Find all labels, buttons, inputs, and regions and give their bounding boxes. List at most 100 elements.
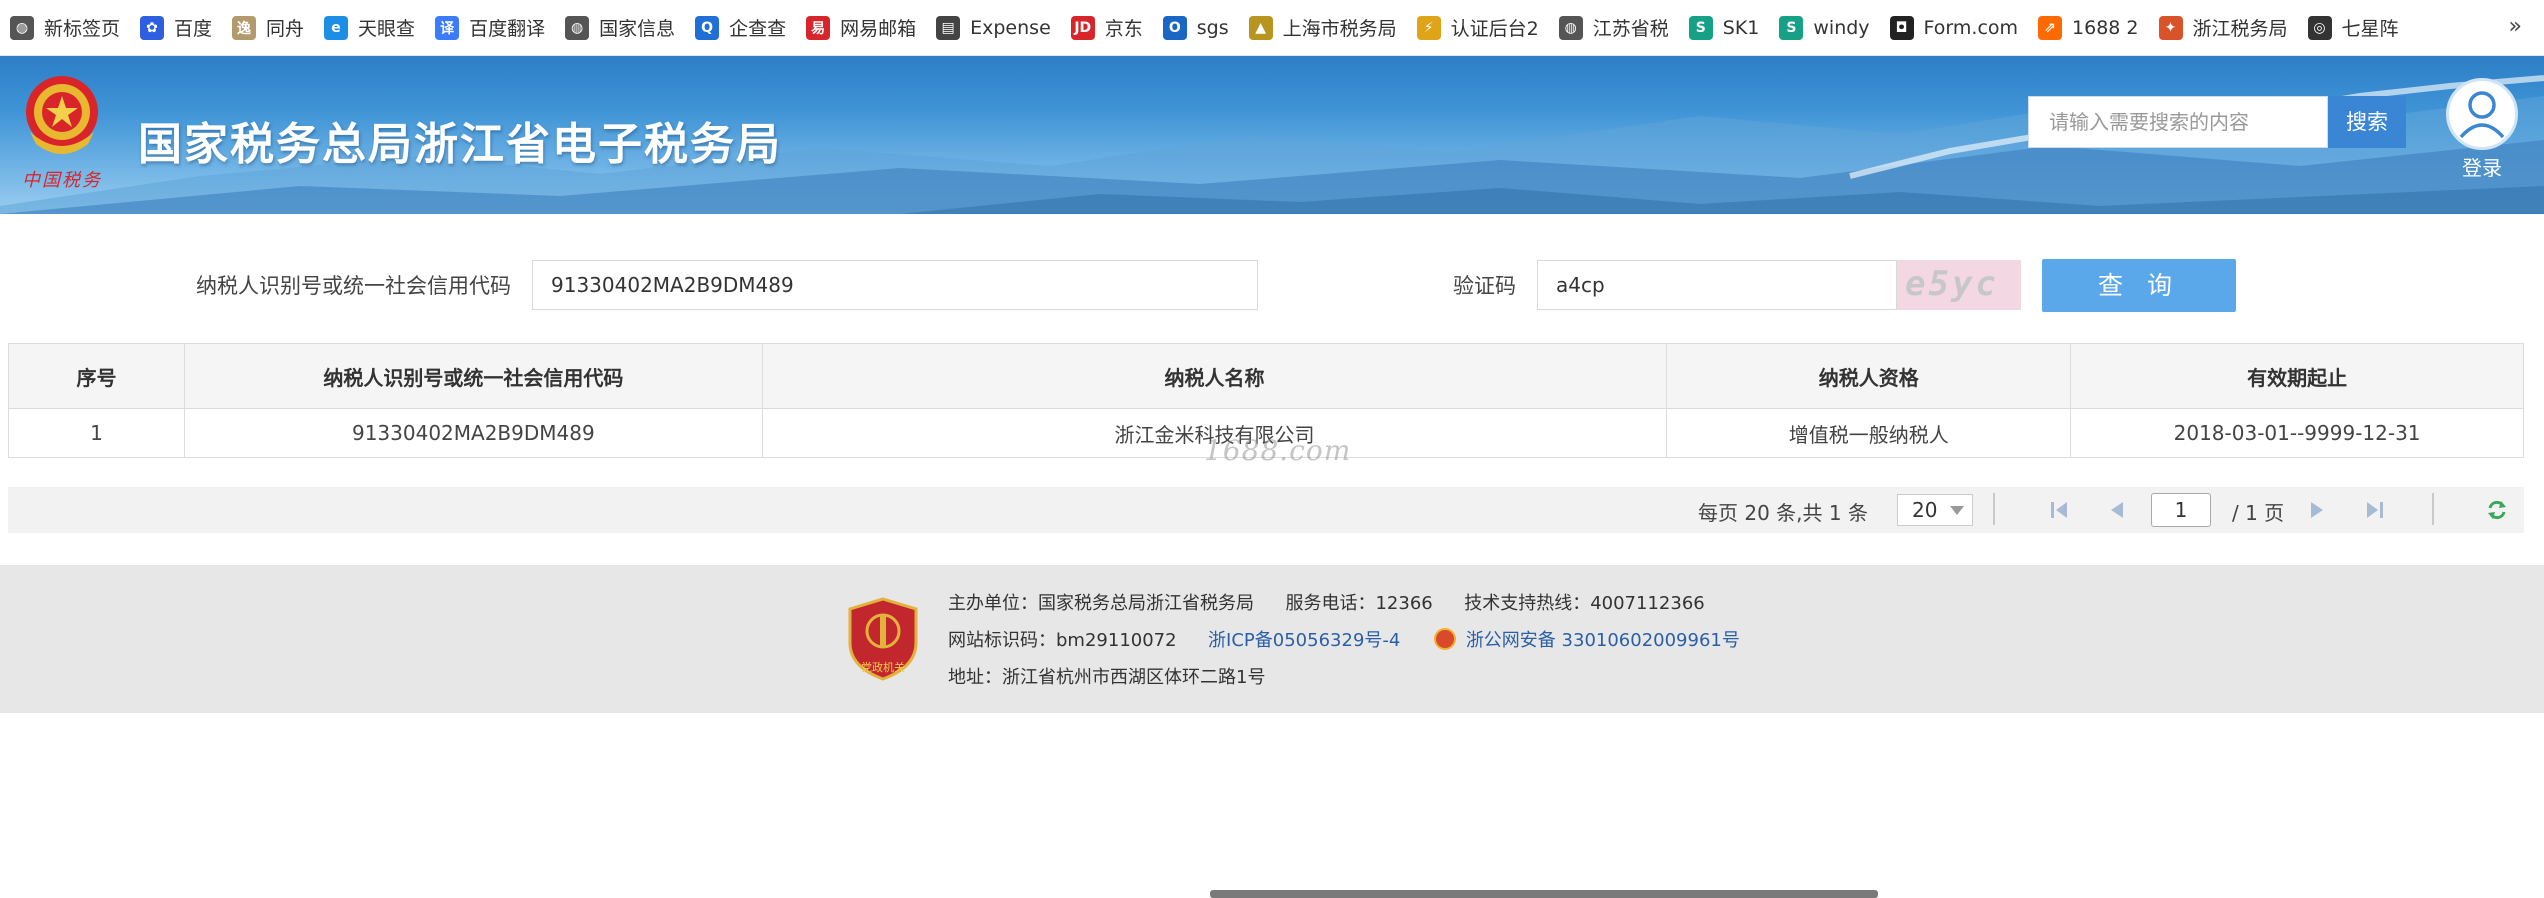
bookmark-item[interactable]: ✿ 百度 <box>136 0 228 56</box>
translate-icon: 译 <box>435 15 460 40</box>
next-page-icon[interactable] <box>2306 499 2328 521</box>
bookmark-item[interactable]: 逸同舟 <box>228 0 320 56</box>
column-header-validity: 有效期起止 <box>2070 343 2524 409</box>
1688-icon: ⇗ <box>2038 15 2063 40</box>
bookmark-label: 百度 <box>174 18 213 40</box>
site-footer: 党政机关 主办单位：国家税务总局浙江省税务局 服务电话：12366 技术支持热线… <box>0 565 2544 713</box>
police-record-link[interactable]: 浙公网安备 33010602009961号 <box>1466 630 1740 651</box>
footer-line-2: 网站标识码：bm29110072 浙ICP备05056329号-4 浙公网安备 … <box>948 626 1740 652</box>
tianyancha-icon: e <box>324 15 349 40</box>
captcha-image[interactable]: e5yc <box>1897 260 2021 310</box>
bookmark-item[interactable]: S SK1 <box>1685 0 1776 56</box>
column-header-tax-id: 纳税人识别号或统一社会信用代码 <box>183 343 763 409</box>
cell-index: 1 <box>8 408 185 458</box>
watermark-text: 1688.com <box>1204 434 1352 467</box>
query-button[interactable]: 查 询 <box>2042 259 2236 312</box>
form-icon: ◘ <box>1889 15 1914 40</box>
spiral-icon: ◎ <box>2307 15 2332 40</box>
bookmark-label: 江苏省税 <box>1592 18 1669 40</box>
bookmark-label: 企查查 <box>729 18 787 40</box>
bookmarks-overflow-button[interactable]: » <box>2509 0 2522 56</box>
total-pages-label: / 1 页 <box>2232 501 2285 525</box>
bookmark-item[interactable]: ◍ 江苏省税 <box>1555 0 1685 56</box>
bookmark-item[interactable]: ◎ 七星阵 <box>2304 0 2415 56</box>
government-agency-badge-icon[interactable]: 党政机关 <box>846 597 920 681</box>
shanghai-tax-icon: ▲ <box>1248 15 1273 40</box>
cell-tax-id: 91330402MA2B9DM489 <box>183 408 763 458</box>
bookmark-item[interactable]: ◍ 新标签页 <box>6 0 136 56</box>
captcha-image-text: e5yc <box>1905 264 1999 304</box>
bookmark-label: 网易邮箱 <box>840 18 917 40</box>
bookmark-item[interactable]: ▤ Expense <box>932 0 1067 56</box>
bookmark-item[interactable]: Swindy <box>1775 0 1885 56</box>
bookmark-label: 七星阵 <box>2341 18 2399 40</box>
icp-record-link[interactable]: 浙ICP备05056329号-4 <box>1208 630 1400 651</box>
user-avatar-icon[interactable] <box>2446 78 2518 150</box>
tax-id-input[interactable]: 91330402MA2B9DM489 <box>532 260 1258 310</box>
badge-text: 党政机关 <box>861 660 905 674</box>
bookmark-label: 认证后台2 <box>1450 18 1539 40</box>
bookmark-item[interactable]: ◘ Form.com <box>1886 0 2034 56</box>
tongzhou-icon: 逸 <box>232 15 257 40</box>
pagination-bar: 每页 20 条,共 1 条 20 1 / 1 页 <box>8 487 2524 533</box>
sk1-icon: S <box>1688 15 1713 40</box>
bookmark-item[interactable]: ◍ 国家信息 <box>561 0 691 56</box>
qichacha-icon: Q <box>695 15 720 40</box>
bookmark-label: Expense <box>970 16 1051 39</box>
site-title: 国家税务总局浙江省电子税务局 <box>138 119 782 170</box>
site-search-button[interactable]: 搜索 <box>2328 96 2406 148</box>
pagination-summary: 每页 20 条,共 1 条 <box>1698 501 1868 525</box>
column-header-name: 纳税人名称 <box>761 343 1668 409</box>
bookmark-item[interactable]: Osgs <box>1159 0 1245 56</box>
captcha-input[interactable]: a4cp <box>1537 260 1897 310</box>
police-badge-icon <box>1433 628 1456 650</box>
cell-qualification: 增值税一般纳税人 <box>1666 408 2072 458</box>
bookmark-item[interactable]: 译百度翻译 <box>431 0 561 56</box>
table-header-row: 序号 纳税人识别号或统一社会信用代码 纳税人名称 纳税人资格 有效期起止 <box>8 343 2524 409</box>
bookmark-item[interactable]: Q 企查查 <box>691 0 802 56</box>
bookmark-item[interactable]: ✦ 浙江税务局 <box>2155 0 2304 56</box>
last-page-icon[interactable] <box>2364 499 2386 521</box>
bookmark-label: 1688 2 <box>2072 16 2139 39</box>
bookmark-label: 天眼查 <box>358 18 416 40</box>
bookmark-item[interactable]: JD 京东 <box>1067 0 1159 56</box>
pager-divider <box>1993 493 1995 525</box>
bookmark-label: 同舟 <box>266 18 305 40</box>
windy-icon: S <box>1779 15 1804 40</box>
site-banner: 中国税务 国家税务总局浙江省电子税务局 请输入需要搜索的内容 搜索 登录 <box>0 56 2544 214</box>
refresh-icon[interactable] <box>2486 499 2508 521</box>
bookmarks-bar: ◍ 新标签页 ✿ 百度逸同舟 e 天眼查译百度翻译 ◍ 国家信息 Q 企查查易网易邮箱 ▤ Expen… <box>0 0 2544 56</box>
column-header-index: 序号 <box>8 343 185 409</box>
document-icon: ▤ <box>936 15 961 40</box>
bookmark-item[interactable]: ⇗ 1688 2 <box>2034 0 2154 56</box>
first-page-icon[interactable] <box>2048 499 2070 521</box>
pager-divider <box>2432 493 2434 525</box>
page-size-select[interactable]: 20 <box>1897 494 1973 526</box>
horizontal-scrollbar[interactable] <box>1210 890 1878 898</box>
bookmark-label: 新标签页 <box>44 18 121 40</box>
bookmark-label: 京东 <box>1104 18 1143 40</box>
bookmark-item[interactable]: ⚡ 认证后台2 <box>1413 0 1555 56</box>
bookmark-label: Form.com <box>1923 16 2019 39</box>
bookmark-item[interactable]: 易网易邮箱 <box>802 0 932 56</box>
globe-icon: ◍ <box>1558 15 1583 40</box>
jd-icon: JD <box>1070 15 1095 40</box>
bookmark-label: 百度翻译 <box>469 18 546 40</box>
verify-icon: ⚡ <box>1416 15 1441 40</box>
zhejiang-tax-icon: ✦ <box>2158 15 2183 40</box>
netease-mail-icon: 易 <box>806 15 831 40</box>
globe-icon: ◍ <box>565 15 590 40</box>
bookmark-item[interactable]: e 天眼查 <box>320 0 431 56</box>
footer-service-phone: 服务电话：12366 <box>1285 593 1433 614</box>
previous-page-icon[interactable] <box>2106 499 2128 521</box>
site-search-input[interactable]: 请输入需要搜索的内容 <box>2028 96 2328 148</box>
cell-validity: 2018-03-01--9999-12-31 <box>2070 408 2524 458</box>
current-page-input[interactable]: 1 <box>2151 493 2211 527</box>
bookmark-item[interactable]: ▲ 上海市税务局 <box>1245 0 1413 56</box>
bookmark-label: windy <box>1813 16 1870 39</box>
footer-line-1: 主办单位：国家税务总局浙江省税务局 服务电话：12366 技术支持热线：4007… <box>948 589 1705 615</box>
chevron-down-icon <box>1950 506 1964 515</box>
bookmark-label: sgs <box>1196 16 1229 39</box>
login-link[interactable]: 登录 <box>2456 152 2508 181</box>
page-size-value: 20 <box>1912 498 1938 522</box>
